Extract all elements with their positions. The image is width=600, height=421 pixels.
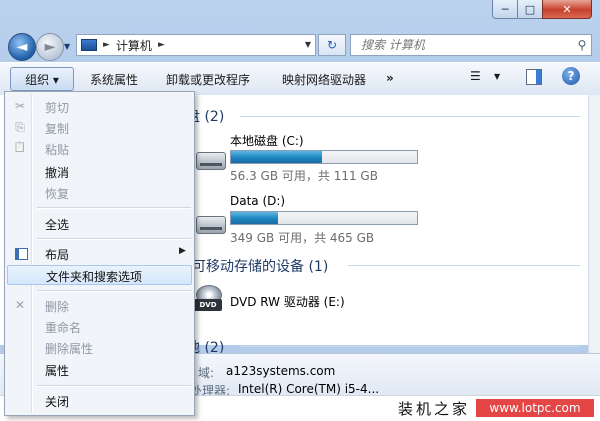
clipboard-icon: 📋	[13, 142, 27, 153]
drive-d-usage-fill	[231, 212, 278, 224]
dvd-drive-icon[interactable]: DVD	[194, 285, 222, 311]
menu-item-cut[interactable]: ✂ 剪切	[7, 96, 192, 116]
menu-separator	[37, 290, 191, 292]
help-icon[interactable]: ?	[562, 67, 580, 85]
menu-item-copy[interactable]: ⎘ 复制	[7, 117, 192, 137]
system-properties-button[interactable]: 系统属性	[90, 71, 138, 88]
scissors-icon: ✂	[14, 99, 26, 113]
back-button[interactable]: ◄	[8, 33, 36, 61]
menu-label: 删除	[45, 300, 70, 314]
group-header-removable[interactable]: 可移动存储的设备 (1)	[192, 256, 328, 276]
address-bar[interactable]: ► 计算机 ►	[76, 34, 316, 56]
organize-menu: ✂ 剪切 ⎘ 复制 📋 粘贴 撤消 恢复 全选 布局 ▶ 文件夹和搜索选项 ✕ …	[4, 91, 195, 416]
menu-label: 布局	[45, 248, 70, 262]
watermark-url: www.lotpc.com	[476, 399, 594, 417]
group-divider	[240, 346, 580, 347]
delete-icon: ✕	[14, 298, 26, 312]
menu-label: 复制	[45, 122, 70, 136]
drive-d-name[interactable]: Data (D:)	[230, 194, 285, 208]
group-divider	[348, 265, 580, 266]
menu-item-layout[interactable]: 布局 ▶	[7, 243, 192, 263]
domain-label: 域:	[198, 366, 215, 380]
drive-c-usage-fill	[231, 151, 323, 163]
breadcrumb-computer[interactable]: 计算机	[116, 37, 152, 54]
hard-drive-icon[interactable]	[196, 216, 226, 234]
preview-pane-icon[interactable]	[526, 69, 542, 85]
computer-icon	[81, 39, 97, 51]
refresh-button[interactable]: ↻	[318, 34, 346, 56]
menu-label: 恢复	[45, 187, 70, 201]
uninstall-program-button[interactable]: 卸载或更改程序	[166, 71, 250, 88]
address-history-dropdown[interactable]: ▼	[302, 34, 314, 54]
menu-label: 属性	[45, 364, 70, 378]
map-network-drive-button[interactable]: 映射网络驱动器	[282, 71, 366, 88]
recent-pages-dropdown[interactable]: ▼	[64, 42, 70, 51]
layout-icon	[15, 248, 28, 260]
explorer-window: ─ □ ✕ ◄ ► ▼ ► 计算机 ► ▼ ↻ ⚲ 组织 ▾ 系统属性 卸载或更…	[0, 0, 600, 421]
menu-item-folder-options[interactable]: 文件夹和搜索选项	[7, 265, 192, 285]
menu-label: 粘贴	[45, 143, 70, 157]
more-commands-button[interactable]: »	[386, 71, 394, 85]
menu-label: 文件夹和搜索选项	[46, 270, 143, 284]
menu-item-properties[interactable]: 属性	[7, 359, 192, 379]
menu-item-close[interactable]: 关闭	[7, 390, 192, 410]
breadcrumb-separator[interactable]: ►	[158, 40, 165, 50]
search-icon[interactable]: ⚲	[573, 38, 591, 52]
dvd-icon-label: DVD	[194, 299, 222, 311]
drive-c-usage-bar	[230, 150, 418, 164]
menu-separator	[37, 385, 191, 387]
processor-value: Intel(R) Core(TM) i5-4...	[238, 382, 380, 396]
menu-label: 全选	[45, 218, 70, 232]
menu-label: 删除属性	[45, 342, 94, 356]
menu-separator	[37, 238, 191, 240]
copy-icon: ⎘	[15, 120, 25, 134]
watermark-brand: 装机之家	[398, 400, 471, 418]
hard-drive-icon[interactable]	[196, 152, 226, 170]
menu-item-delete[interactable]: ✕ 删除	[7, 295, 192, 315]
menu-item-rename[interactable]: 重命名	[7, 316, 192, 336]
menu-label: 撤消	[45, 166, 70, 180]
view-options-dropdown[interactable]: ▼	[494, 72, 500, 81]
menu-separator	[37, 207, 191, 209]
organize-button[interactable]: 组织 ▾	[10, 67, 74, 91]
menu-item-select-all[interactable]: 全选	[7, 213, 192, 233]
drive-c-name[interactable]: 本地磁盘 (C:)	[230, 132, 304, 149]
group-divider	[240, 116, 580, 117]
maximize-button[interactable]: □	[517, 0, 543, 19]
menu-item-paste[interactable]: 📋 粘贴	[7, 138, 192, 158]
close-button[interactable]: ✕	[542, 0, 592, 19]
drive-c-space-info: 56.3 GB 可用，共 111 GB	[230, 169, 378, 183]
dvd-drive-name[interactable]: DVD RW 驱动器 (E:)	[230, 293, 345, 310]
menu-item-remove-properties[interactable]: 删除属性	[7, 337, 192, 357]
drive-d-space-info: 349 GB 可用，共 465 GB	[230, 231, 375, 245]
minimize-button[interactable]: ─	[492, 0, 518, 19]
submenu-arrow-icon: ▶	[179, 246, 186, 256]
drive-d-usage-bar	[230, 211, 418, 225]
search-box[interactable]: ⚲	[350, 34, 592, 56]
domain-value: a123systems.com	[226, 364, 336, 378]
menu-label: 剪切	[45, 101, 70, 115]
vertical-scrollbar[interactable]	[588, 95, 600, 353]
forward-button[interactable]: ►	[36, 33, 64, 61]
menu-item-redo[interactable]: 恢复	[7, 182, 192, 202]
menu-label: 重命名	[45, 321, 82, 335]
search-input[interactable]	[359, 37, 573, 53]
change-view-icon[interactable]: ☰	[470, 69, 481, 83]
breadcrumb-separator[interactable]: ►	[103, 40, 110, 50]
menu-label: 关闭	[45, 395, 70, 409]
menu-item-undo[interactable]: 撤消	[7, 161, 192, 181]
